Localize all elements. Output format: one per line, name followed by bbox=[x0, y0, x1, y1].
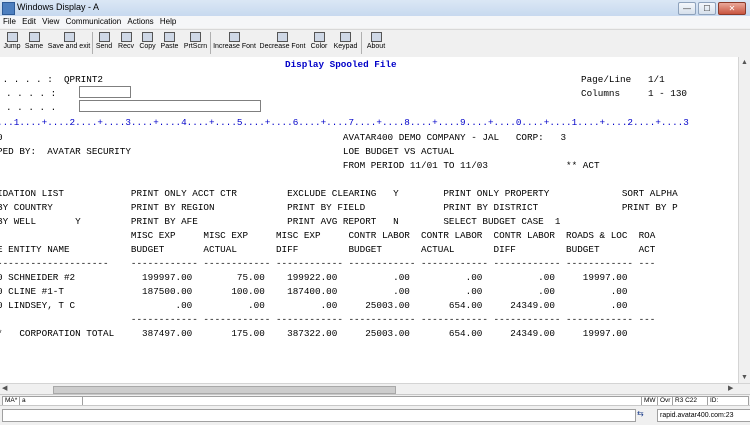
jump-button[interactable]: Jump bbox=[2, 31, 22, 55]
menu-bar: File Edit View Communication Actions Hel… bbox=[0, 16, 750, 28]
scroll-up-icon[interactable]: ▲ bbox=[741, 59, 748, 66]
table-row: 0 SCHNEIDER #2 199997.00 75.00 199922.00… bbox=[0, 272, 628, 283]
report-line: IDATION LIST PRINT ONLY ACCT CTR EXCLUDE… bbox=[0, 188, 678, 199]
page-line-label: Page/Line 1/1 bbox=[581, 74, 665, 85]
menu-communication[interactable]: Communication bbox=[66, 16, 122, 28]
vertical-scrollbar[interactable]: ▲ ▼ bbox=[738, 57, 750, 383]
about-icon bbox=[370, 32, 382, 42]
keypad-icon bbox=[340, 32, 351, 42]
save-icon bbox=[63, 32, 75, 42]
toolbar-separator bbox=[92, 32, 93, 54]
prtscrn-button[interactable]: PrtScrn bbox=[182, 31, 209, 55]
decrease-font-icon bbox=[277, 32, 288, 42]
table-row: 0 CLINE #1-T 187500.00 100.00 187400.00 … bbox=[0, 286, 628, 297]
scroll-left-icon[interactable]: ◀ bbox=[2, 384, 7, 392]
recv-button[interactable]: Recv bbox=[116, 31, 136, 55]
about-button[interactable]: About bbox=[363, 31, 389, 55]
menu-help[interactable]: Help bbox=[160, 16, 176, 28]
minimize-button[interactable]: — bbox=[678, 2, 696, 15]
input-field-1[interactable] bbox=[79, 86, 131, 98]
connection-icon: ⇆ bbox=[637, 409, 644, 418]
scroll-thumb[interactable] bbox=[53, 386, 396, 394]
send-icon bbox=[98, 32, 110, 42]
recv-icon bbox=[120, 32, 132, 42]
paste-button[interactable]: Paste bbox=[159, 31, 180, 55]
table-row: 0 LINDSEY, T C .00 .00 .00 25003.00 654.… bbox=[0, 300, 628, 311]
menu-view[interactable]: View bbox=[42, 16, 59, 28]
print-icon bbox=[190, 32, 201, 42]
decrease-font-button[interactable]: Decrease Font bbox=[259, 31, 306, 55]
menu-file[interactable]: File bbox=[3, 16, 16, 28]
host-address: rapid.avatar400.com:23 bbox=[657, 409, 750, 422]
command-input[interactable] bbox=[2, 409, 636, 422]
report-line: BY WELL Y PRINT BY AFE PRINT AVG REPORT … bbox=[0, 216, 561, 227]
title-bar: Windows Display - A — ☐ ✕ bbox=[0, 0, 750, 17]
menu-actions[interactable]: Actions bbox=[127, 16, 153, 28]
report-divider: ------------ ------------ ------------ -… bbox=[0, 314, 656, 325]
copy-button[interactable]: Copy bbox=[137, 31, 158, 55]
input-field-2[interactable] bbox=[79, 100, 261, 112]
report-line: 0 AVATAR400 DEMO COMPANY - JAL CORP: 3 bbox=[0, 132, 567, 143]
close-button[interactable]: ✕ bbox=[718, 2, 746, 15]
window-title: Windows Display - A bbox=[17, 2, 100, 12]
report-divider: -------------------- ------------ ------… bbox=[0, 258, 656, 269]
toolbar-separator bbox=[361, 32, 362, 54]
column-ruler: ...1....+....2....+....3....+....4....+.… bbox=[0, 117, 689, 128]
paste-icon bbox=[164, 32, 175, 42]
report-line: BY COUNTRY PRINT BY REGION PRINT BY FIEL… bbox=[0, 202, 678, 213]
blank-line-2: . . . . . bbox=[6, 102, 57, 113]
report-line: PED BY: AVATAR SECURITY LOE BUDGET VS AC… bbox=[0, 146, 455, 157]
terminal-screen[interactable]: Display Spooled File . . . . : QPRINT2 P… bbox=[0, 57, 738, 383]
app-icon bbox=[2, 2, 15, 15]
send-button[interactable]: Send bbox=[94, 31, 114, 55]
status-bar: ⇆ rapid.avatar400.com:23 bbox=[0, 405, 750, 425]
window-controls: — ☐ ✕ bbox=[678, 2, 746, 15]
scroll-down-icon[interactable]: ▼ bbox=[741, 374, 748, 381]
toolbar: Jump Same Save and exit Send Recv Copy P… bbox=[0, 29, 750, 58]
jump-icon bbox=[6, 32, 18, 42]
report-line: FROM PERIOD 11/01 TO 11/03 ** ACT bbox=[0, 160, 600, 171]
increase-font-button[interactable]: Increase Font bbox=[212, 31, 257, 55]
horizontal-scrollbar[interactable]: ◀ ▶ bbox=[0, 383, 750, 394]
color-icon bbox=[313, 32, 325, 42]
maximize-button[interactable]: ☐ bbox=[698, 2, 716, 15]
menu-edit[interactable]: Edit bbox=[22, 16, 36, 28]
scroll-right-icon[interactable]: ▶ bbox=[728, 384, 733, 392]
increase-font-icon bbox=[229, 32, 240, 42]
copy-icon bbox=[142, 32, 153, 42]
toolbar-separator bbox=[210, 32, 211, 54]
file-line: . . . . : QPRINT2 bbox=[0, 74, 104, 85]
screen-heading: Display Spooled File bbox=[285, 59, 397, 70]
report-header-line: E ENTITY NAME BUDGET ACTUAL DIFF BUDGET … bbox=[0, 244, 656, 255]
report-header-line: MISC EXP MISC EXP MISC EXP CONTR LABOR C… bbox=[0, 230, 656, 241]
color-button[interactable]: Color bbox=[308, 31, 330, 55]
columns-label: Columns 1 - 130 bbox=[581, 88, 688, 99]
same-icon bbox=[28, 32, 40, 42]
total-row: * CORPORATION TOTAL 387497.00 175.00 387… bbox=[0, 328, 628, 339]
keypad-button[interactable]: Keypad bbox=[332, 31, 359, 55]
same-button[interactable]: Same bbox=[24, 31, 44, 55]
blank-line-1: . . . . : bbox=[6, 88, 57, 99]
save-and-exit-button[interactable]: Save and exit bbox=[47, 31, 91, 55]
